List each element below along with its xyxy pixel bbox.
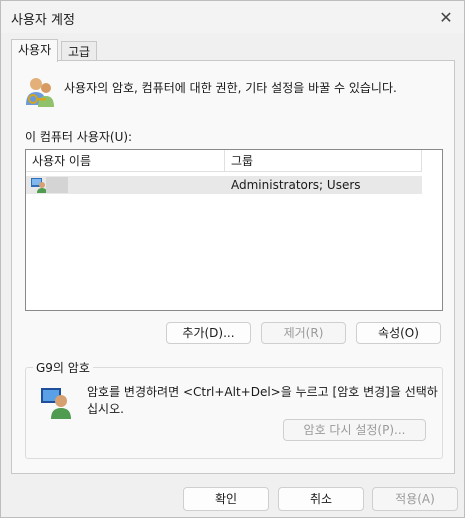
user-accounts-dialog: 사용자 계정 ✕ 사용자 고급 사용자의 암호, 컴퓨터에 대한 권한, 기타 … (0, 0, 465, 518)
user-icon (31, 178, 47, 193)
tab-advanced[interactable]: 고급 (61, 41, 98, 62)
column-header-group[interactable]: 그룹 (225, 150, 422, 172)
users-keys-icon (26, 78, 54, 107)
row-username (46, 177, 68, 193)
password-group-title: G9의 암호 (33, 359, 93, 376)
tab-users[interactable]: 사용자 (11, 39, 59, 62)
column-header-username[interactable]: 사용자 이름 (26, 150, 225, 172)
window-title: 사용자 계정 (11, 13, 75, 28)
tab-advanced-label: 고급 (68, 45, 91, 59)
user-password-icon (41, 388, 71, 419)
apply-button[interactable]: 적용(A) (372, 487, 458, 511)
properties-button[interactable]: 속성(O) (356, 322, 441, 344)
users-list-label: 이 컴퓨터 사용자(U): (25, 130, 133, 144)
reset-password-button[interactable]: 암호 다시 설정(P)... (283, 419, 426, 441)
description-text: 사용자의 암호, 컴퓨터에 대한 권한, 기타 설정을 바꿀 수 있습니다. (64, 81, 397, 95)
users-listview[interactable]: 사용자 이름 그룹 Administrators; Users (25, 149, 443, 311)
column-header-group-label: 그룹 (231, 154, 254, 168)
table-row[interactable]: Administrators; Users (26, 176, 422, 194)
add-user-button[interactable]: 추가(D)... (166, 322, 251, 344)
column-header-username-label: 사용자 이름 (32, 154, 92, 168)
cancel-button[interactable]: 취소 (278, 487, 364, 511)
password-instructions: 암호를 변경하려면 <Ctrl+Alt+Del>을 누르고 [암호 변경]을 선… (87, 385, 438, 416)
row-group: Administrators; Users (231, 178, 361, 192)
close-button[interactable]: ✕ (436, 7, 456, 27)
ok-button[interactable]: 확인 (183, 487, 269, 511)
tab-users-label: 사용자 (18, 43, 52, 57)
remove-user-button[interactable]: 제거(R) (261, 322, 346, 344)
title-bar: 사용자 계정 ✕ (1, 1, 464, 33)
